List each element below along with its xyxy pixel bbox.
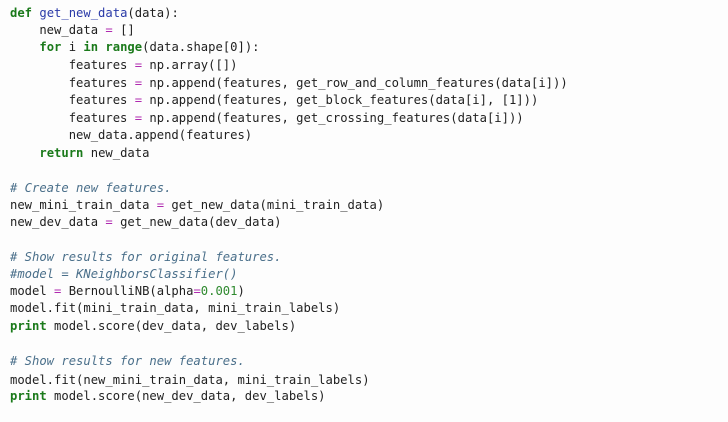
operator-token: = xyxy=(134,58,143,72)
code-line: print model.score(dev_data, dev_labels) xyxy=(10,318,296,335)
keyword-token: print xyxy=(10,319,47,333)
code-line: new_dev_data = get_new_data(dev_data) xyxy=(10,214,282,231)
code-line: # Show results for new features. xyxy=(10,353,245,370)
code-token: (data.shape[0]): xyxy=(142,40,260,54)
number-token: 0.001 xyxy=(200,284,238,298)
keyword-token: for xyxy=(39,40,62,54)
code-token: new_dev_data xyxy=(10,215,106,229)
code-token: i xyxy=(61,40,84,54)
code-token: model.score(new_dev_data, dev_labels) xyxy=(46,389,326,403)
code-line: for i in range(data.shape[0]): xyxy=(10,39,260,56)
function-name-token: get_new_data xyxy=(39,6,128,20)
code-line: new_mini_train_data = get_new_data(mini_… xyxy=(10,197,384,214)
comment-token: # Show results for new features. xyxy=(10,354,245,368)
code-token: np.append(features, get_block_features(d… xyxy=(142,93,539,107)
operator-token: = xyxy=(134,76,143,90)
operator-token: = xyxy=(105,23,113,37)
code-token: np.append(features, get_row_and_column_f… xyxy=(142,76,568,90)
keyword-token: def xyxy=(10,6,33,20)
code-line: # Show results for original features. xyxy=(10,249,282,266)
comment-token: #model = KNeighborsClassifier() xyxy=(10,267,238,281)
code-token: features xyxy=(10,93,135,107)
code-cell[interactable]: def get_new_data(data): new_data = [] fo… xyxy=(0,0,728,422)
code-token: np.append(features, get_crossing_feature… xyxy=(142,111,524,125)
code-line: def get_new_data(data): xyxy=(10,5,179,22)
code-token: new_data xyxy=(83,146,150,160)
operator-token: = xyxy=(134,111,143,125)
operator-token: = xyxy=(193,284,201,298)
code-token: [] xyxy=(112,23,135,37)
code-line: features = np.append(features, get_cross… xyxy=(10,110,524,127)
code-token: features xyxy=(10,111,135,125)
code-token: model.fit(new_mini_train_data, mini_trai… xyxy=(10,373,370,387)
keyword-token: range xyxy=(105,40,143,54)
code-token: new_data.append(features) xyxy=(10,128,253,142)
code-token: new_mini_train_data xyxy=(10,198,157,212)
code-token: (data): xyxy=(127,6,179,20)
code-token: model.score(dev_data, dev_labels) xyxy=(46,319,297,333)
operator-token: = xyxy=(134,93,143,107)
code-line: features = np.array([]) xyxy=(10,57,238,74)
code-token: new_data xyxy=(10,23,106,37)
code-token: model.fit(mini_train_data, mini_train_la… xyxy=(10,301,341,315)
code-token: features xyxy=(10,76,135,90)
keyword-token: in xyxy=(83,40,99,54)
code-token: BernoulliNB(alpha xyxy=(61,284,194,298)
code-line: return new_data xyxy=(10,145,149,162)
keyword-token: return xyxy=(39,146,84,160)
code-line: new_data.append(features) xyxy=(10,127,252,144)
operator-token: = xyxy=(156,198,165,212)
keyword-token: print xyxy=(10,389,47,403)
comment-token: # Show results for original features. xyxy=(10,250,282,264)
code-token: np.array([]) xyxy=(142,58,238,72)
comment-token: # Create new features. xyxy=(10,181,172,195)
code-line: features = np.append(features, get_row_a… xyxy=(10,75,568,92)
operator-token: = xyxy=(105,215,113,229)
code-line: model = BernoulliNB(alpha=0.001) xyxy=(10,283,245,300)
code-token: model xyxy=(10,284,55,298)
code-line: #model = KNeighborsClassifier() xyxy=(10,266,237,283)
code-line: # Create new features. xyxy=(10,180,171,197)
code-token: get_new_data(mini_train_data) xyxy=(164,198,385,212)
code-line: features = np.append(features, get_block… xyxy=(10,92,539,109)
code-line: new_data = [] xyxy=(10,22,135,39)
code-line: print model.score(new_dev_data, dev_labe… xyxy=(10,388,326,405)
code-token: ) xyxy=(237,284,245,298)
code-line: model.fit(new_mini_train_data, mini_trai… xyxy=(10,372,370,389)
code-token: get_new_data(dev_data) xyxy=(112,215,282,229)
code-line: model.fit(mini_train_data, mini_train_la… xyxy=(10,300,340,317)
code-token: features xyxy=(10,58,135,72)
